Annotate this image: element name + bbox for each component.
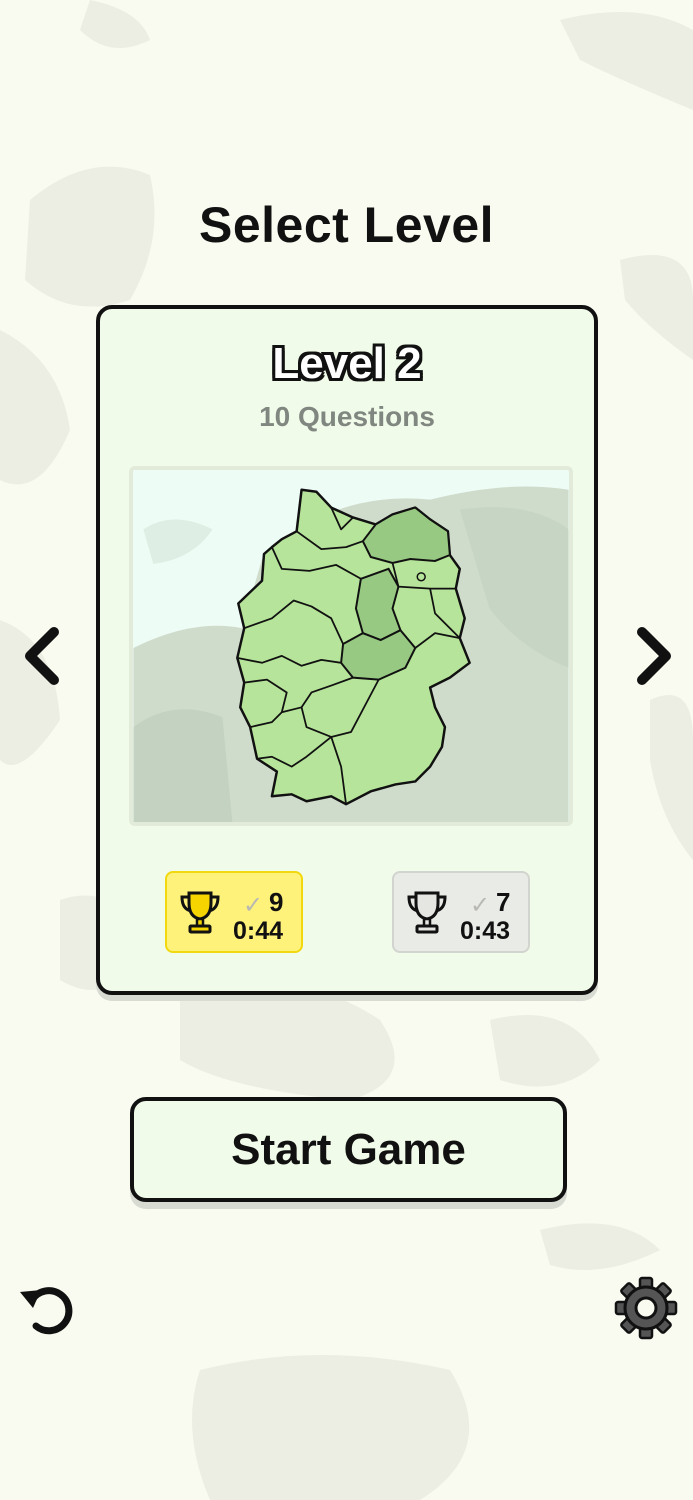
- undo-icon: [20, 1287, 73, 1335]
- germany-states-map: [133, 470, 569, 822]
- trophy-silver-icon: [407, 891, 447, 934]
- level-card[interactable]: Level 2 10 Questions ✓ 9 0:44 ✓ 7 0:43: [96, 305, 598, 995]
- start-game-button[interactable]: Start Game: [130, 1097, 567, 1202]
- silver-correct-count: 7: [496, 887, 511, 917]
- settings-button[interactable]: [614, 1276, 678, 1340]
- gold-correct-count: 9: [269, 887, 284, 917]
- level-select-screen: Select Level Level 2 10 Questions ✓ 9 0:…: [0, 0, 693, 1500]
- gear-icon: [614, 1276, 678, 1340]
- chevron-right-icon: [637, 627, 671, 685]
- previous-level-button[interactable]: [20, 626, 64, 686]
- silver-time: 0:43: [460, 917, 511, 945]
- check-icon: ✓: [243, 892, 264, 919]
- chevron-left-icon: [25, 627, 59, 685]
- level-map-preview: [129, 466, 573, 826]
- silver-score-badge: ✓ 7 0:43: [392, 871, 530, 953]
- next-level-button[interactable]: [632, 626, 676, 686]
- undo-button[interactable]: [16, 1278, 78, 1340]
- level-question-count: 10 Questions: [259, 401, 435, 432]
- check-icon: ✓: [470, 892, 491, 919]
- level-name: Level 2: [272, 339, 422, 388]
- page-title: Select Level: [198, 197, 495, 253]
- gold-time: 0:44: [233, 917, 284, 945]
- trophy-gold-icon: [180, 891, 220, 934]
- gold-score-badge: ✓ 9 0:44: [165, 871, 303, 953]
